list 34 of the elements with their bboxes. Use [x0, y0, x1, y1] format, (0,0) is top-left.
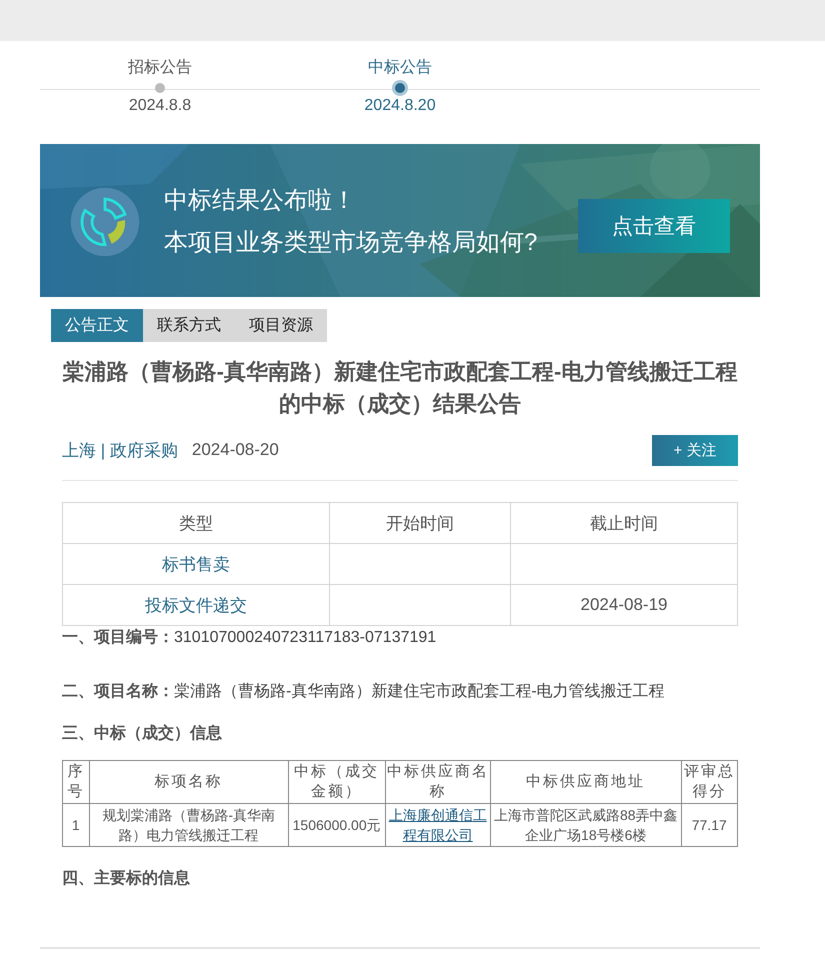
- table-header: 截止时间: [510, 502, 738, 544]
- table-header: 序号: [62, 760, 90, 804]
- table-cell: 上海市普陀区武威路88弄中鑫企业广场18号楼6楼: [490, 804, 682, 846]
- timeline-date: 2024.8.20: [364, 97, 436, 115]
- project-name: 二、项目名称：棠浦路（曹杨路-真华南路）新建住宅市政配套工程-电力管线搬迁工程: [62, 682, 666, 702]
- table-header: 评审总得分: [681, 760, 738, 804]
- table-header: 中标（成交金额）: [288, 760, 386, 804]
- banner-headline: 中标结果公布啦！: [164, 186, 357, 216]
- table-header: 开始时间: [330, 502, 510, 544]
- supplier-link[interactable]: 上海廉创通信工程有限公司: [386, 805, 489, 845]
- table-cell: 1506000.00元: [288, 804, 386, 846]
- timeline-date: 2024.8.8: [128, 97, 192, 115]
- section-heading: 四、主要标的信息: [62, 868, 191, 889]
- notice-title: 棠浦路（曹杨路-真华南路）新建住宅市政配套工程-电力管线搬迁工程的中标（成交）结果公告: [62, 358, 738, 418]
- table-header: 中标供应商地址: [490, 760, 682, 804]
- follow-button[interactable]: + 关注: [652, 434, 738, 466]
- tab[interactable]: 公告正文: [51, 309, 143, 342]
- table-cell: 2024-08-19: [510, 584, 738, 626]
- table-header: 中标供应商名称: [385, 760, 490, 804]
- table-header: 标项名称: [89, 760, 288, 804]
- project-number: 一、项目编号：310107000240723117183-07137191: [62, 627, 438, 648]
- table-cell: 标书售卖: [62, 544, 330, 584]
- table-header: 类型: [62, 502, 330, 544]
- timeline-label[interactable]: 招标公告: [128, 57, 192, 79]
- notice-category: 上海 | 政府采购: [62, 440, 178, 462]
- notice-date: 2024-08-20: [192, 440, 279, 460]
- view-button[interactable]: 点击查看: [578, 199, 730, 253]
- banner-question: 本项目业务类型市场竞争格局如何?: [164, 228, 538, 258]
- table-cell: 1: [62, 804, 90, 846]
- timeline-label[interactable]: 中标公告: [368, 57, 432, 79]
- section-heading: 三、中标（成交）信息: [62, 723, 223, 744]
- table-cell: 投标文件递交: [62, 584, 330, 626]
- table-cell: 规划棠浦路（曹杨路-真华南路）电力管线搬迁工程: [89, 804, 288, 846]
- table-cell: 77.17: [681, 804, 738, 846]
